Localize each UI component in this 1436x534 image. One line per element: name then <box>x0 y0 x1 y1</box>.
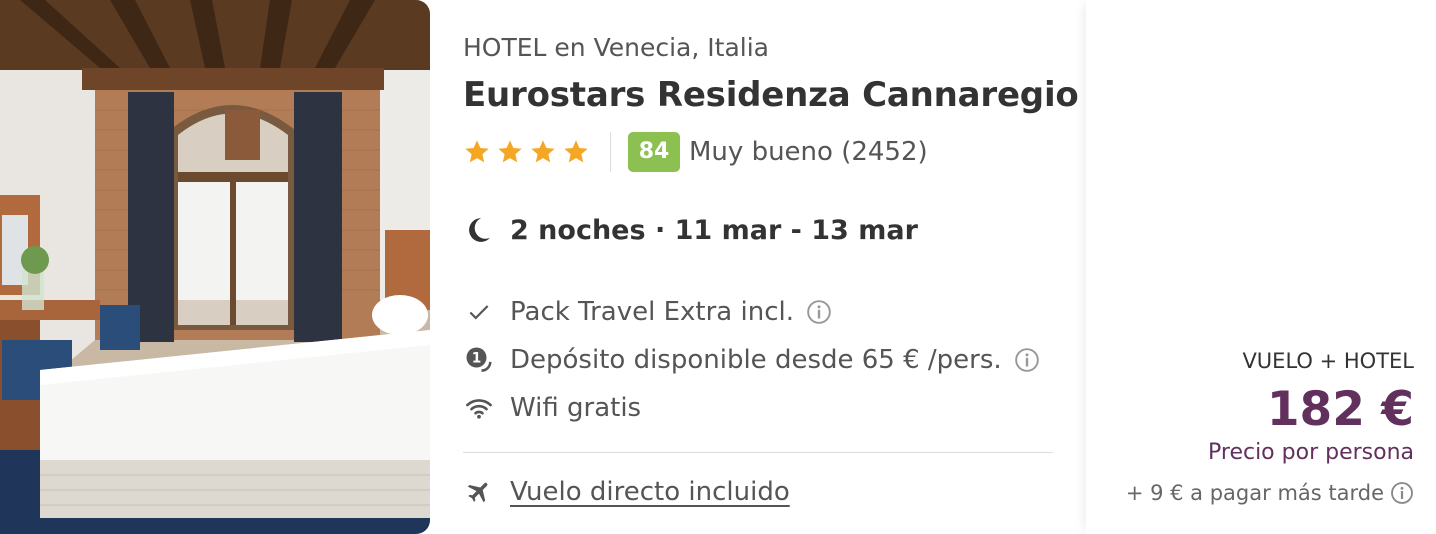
rating-row: 84 Muy bueno (2452) <box>463 132 928 172</box>
section-divider <box>463 452 1053 453</box>
hotel-info: HOTEL en Venecia, Italia Eurostars Resid… <box>463 0 1079 534</box>
star-icon <box>564 140 588 163</box>
hotel-result-card[interactable]: HOTEL en Venecia, Italia Eurostars Resid… <box>0 0 1436 534</box>
review-score-text[interactable]: Muy bueno (2452) <box>689 137 928 167</box>
hotel-name[interactable]: Eurostars Residenza Cannaregio <box>463 75 1079 115</box>
feature-wifi: Wifi gratis <box>463 384 1040 432</box>
star-icon <box>531 140 555 163</box>
direct-flight-link[interactable]: Vuelo directo incluido <box>510 477 790 507</box>
rating-divider <box>610 132 611 172</box>
plane-icon <box>463 476 495 508</box>
feature-pack-travel: Pack Travel Extra incl. <box>463 288 1040 336</box>
feature-list: Pack Travel Extra incl. 1 Depósito dispo… <box>463 288 1040 432</box>
feature-label: Wifi gratis <box>510 393 642 423</box>
feature-deposit: 1 Depósito disponible desde 65 € /pers. <box>463 336 1040 384</box>
info-icon[interactable] <box>1390 481 1414 505</box>
wifi-icon <box>463 392 495 424</box>
feature-label: Pack Travel Extra incl. <box>510 297 794 327</box>
pay-later-note: + 9 € a pagar más tarde <box>1126 481 1414 505</box>
review-score-badge: 84 <box>628 132 680 172</box>
svg-text:1: 1 <box>472 351 482 367</box>
check-icon <box>463 296 495 328</box>
pay-later-text: + 9 € a pagar más tarde <box>1125 481 1384 505</box>
price-note: Precio por persona <box>1208 440 1414 465</box>
stay-text: 2 noches · 11 mar - 13 mar <box>510 214 918 246</box>
deposit-icon: 1 <box>463 344 495 376</box>
star-icon <box>465 140 489 163</box>
hotel-photo[interactable] <box>0 0 430 534</box>
star-icon <box>498 140 522 163</box>
flight-info: Vuelo directo incluido <box>463 472 790 512</box>
hotel-stars <box>463 138 590 166</box>
package-type: VUELO + HOTEL <box>1242 349 1414 373</box>
feature-label: Depósito disponible desde 65 € /pers. <box>510 345 1002 375</box>
info-icon[interactable] <box>1014 347 1040 373</box>
price-amount: 182 € <box>1266 382 1414 437</box>
stay-dates: 2 noches · 11 mar - 13 mar <box>463 210 918 250</box>
info-icon[interactable] <box>806 299 832 325</box>
hotel-location: HOTEL en Venecia, Italia <box>463 33 769 62</box>
moon-icon <box>469 218 490 242</box>
price-panel[interactable]: VUELO + HOTEL 182 € Precio por persona +… <box>1086 0 1436 534</box>
